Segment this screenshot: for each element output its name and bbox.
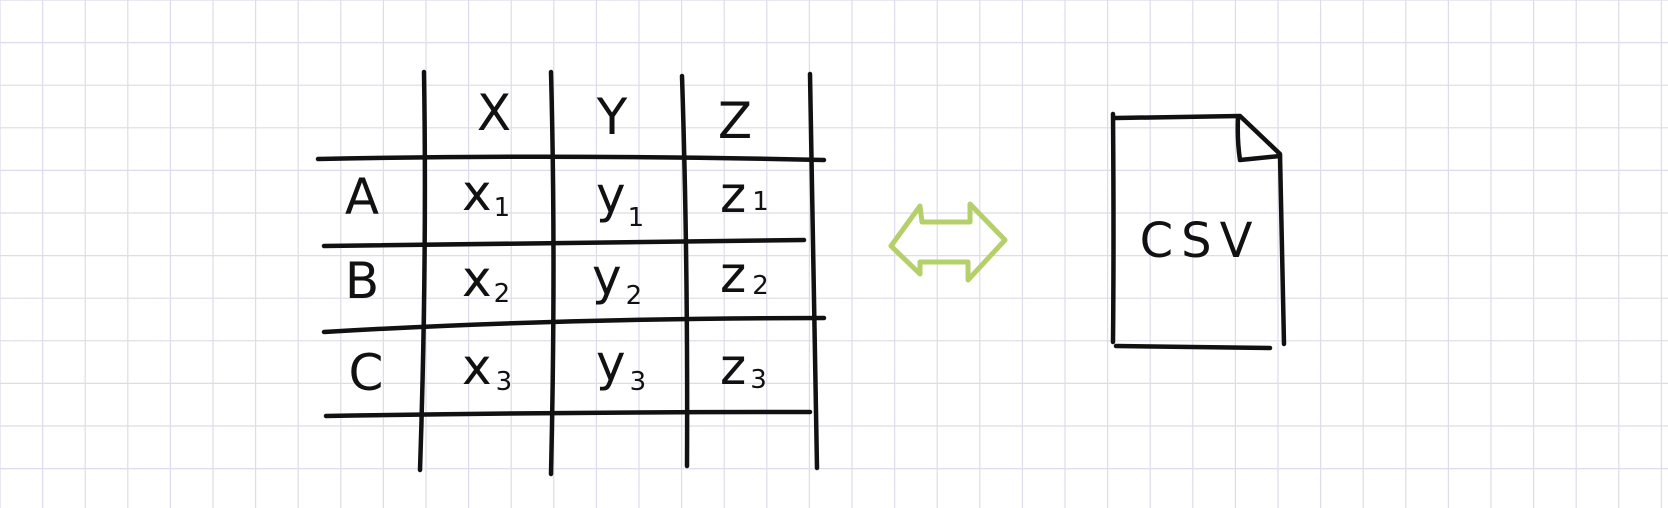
cell-a-z: z1 xyxy=(720,166,769,224)
column-header-z: Z xyxy=(718,92,752,150)
file-icon: CSV xyxy=(1110,111,1287,351)
table-hline-3 xyxy=(321,315,827,335)
table-vline-3 xyxy=(679,73,690,469)
column-header-x: X xyxy=(477,84,511,142)
table-vline-1 xyxy=(417,69,428,473)
cell-b-y: y2 xyxy=(592,248,642,311)
cell-a-x: x1 xyxy=(462,164,510,223)
table-vline-4 xyxy=(807,71,820,471)
cell-c-x: x3 xyxy=(462,338,512,397)
data-table: X Y Z A B C x1 y1 z1 x2 y2 z2 x3 y3 z3 xyxy=(315,69,827,477)
table-hline-1 xyxy=(315,154,827,163)
file-fold-corner xyxy=(1235,115,1283,163)
column-header-y: Y xyxy=(596,88,628,146)
cell-c-z: z3 xyxy=(720,338,767,396)
row-label-c: C xyxy=(349,344,384,402)
table-row-a: x1 y1 z1 xyxy=(462,164,769,233)
double-arrow-icon xyxy=(888,201,1008,283)
table-hline-4 xyxy=(323,409,813,419)
cell-b-x: x2 xyxy=(462,250,510,309)
cell-b-z: z2 xyxy=(720,246,769,304)
graph-paper-grid xyxy=(0,0,1668,508)
table-row-c: x3 y3 z3 xyxy=(462,334,767,397)
row-label-a: A xyxy=(345,168,379,226)
file-label: CSV xyxy=(1140,213,1261,269)
row-label-b: B xyxy=(345,252,379,310)
cell-a-y: y1 xyxy=(596,166,644,233)
diagram-canvas: X Y Z A B C x1 y1 z1 x2 y2 z2 x3 y3 z3 C… xyxy=(0,0,1668,508)
